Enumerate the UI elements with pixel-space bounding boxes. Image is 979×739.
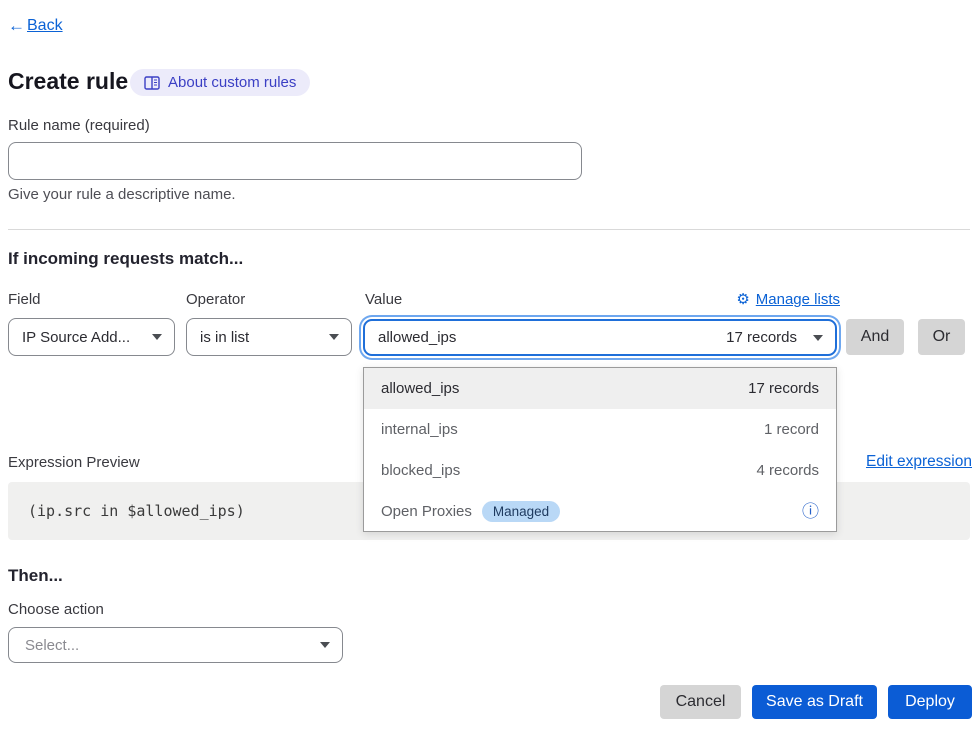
value-select-value: allowed_ips [365, 329, 726, 346]
chevron-down-icon [320, 642, 330, 648]
manage-lists-label: Manage lists [756, 291, 840, 308]
list-option-open-proxies[interactable]: Open Proxies Managed ⓘ [364, 491, 836, 532]
rule-name-label: Rule name (required) [8, 117, 150, 134]
action-select-placeholder: Select... [9, 637, 320, 654]
chevron-down-icon [813, 335, 823, 341]
cancel-button[interactable]: Cancel [660, 685, 741, 719]
list-option-blocked-ips[interactable]: blocked_ips 4 records [364, 450, 836, 491]
list-dropdown-menu: allowed_ips 17 records internal_ips 1 re… [363, 367, 837, 532]
list-option-name: blocked_ips [381, 462, 460, 479]
back-arrow-icon: ← [8, 16, 25, 36]
manage-lists-link[interactable]: ⚙ Manage lists [736, 290, 840, 308]
page-title: Create rule [8, 68, 128, 95]
field-select-value: IP Source Add... [9, 329, 152, 346]
rule-name-help-text: Give your rule a descriptive name. [8, 186, 236, 203]
operator-select[interactable]: is in list [186, 318, 352, 356]
book-icon [144, 76, 160, 90]
value-select-records-count: 17 records [726, 329, 797, 346]
deploy-button[interactable]: Deploy [888, 685, 972, 719]
match-section-title: If incoming requests match... [8, 249, 243, 269]
choose-action-label: Choose action [8, 601, 104, 618]
value-column-label: Value [365, 291, 402, 308]
save-as-draft-button[interactable]: Save as Draft [752, 685, 877, 719]
list-option-name: internal_ips [381, 421, 458, 438]
or-button[interactable]: Or [918, 319, 965, 355]
list-option-records: 1 record [764, 421, 819, 438]
operator-column-label: Operator [186, 291, 245, 308]
expression-code: (ip.src in $allowed_ips) [28, 502, 245, 520]
about-badge-label: About custom rules [168, 74, 296, 91]
create-rule-page: ← Back Create rule About custom rules Ru… [0, 0, 979, 739]
list-option-internal-ips[interactable]: internal_ips 1 record [364, 409, 836, 450]
chevron-down-icon [152, 334, 162, 340]
chevron-down-icon [329, 334, 339, 340]
info-icon[interactable]: ⓘ [802, 503, 819, 520]
section-divider [8, 229, 970, 230]
field-select[interactable]: IP Source Add... [8, 318, 175, 356]
back-link-label: Back [27, 17, 63, 35]
back-link[interactable]: ← Back [8, 16, 63, 36]
edit-expression-link[interactable]: Edit expression [866, 453, 972, 471]
then-section-title: Then... [8, 566, 63, 586]
rule-name-input[interactable] [8, 142, 582, 180]
expression-preview-label: Expression Preview [8, 454, 140, 471]
action-select[interactable]: Select... [8, 627, 343, 663]
gear-icon: ⚙ [736, 290, 749, 308]
list-option-records: 17 records [748, 380, 819, 397]
operator-select-value: is in list [187, 329, 329, 346]
about-custom-rules-link[interactable]: About custom rules [130, 69, 310, 96]
list-option-allowed-ips[interactable]: allowed_ips 17 records [364, 368, 836, 409]
and-button[interactable]: And [846, 319, 904, 355]
list-option-name: allowed_ips [381, 380, 459, 397]
field-column-label: Field [8, 291, 41, 308]
value-select[interactable]: allowed_ips 17 records [363, 319, 837, 356]
managed-badge: Managed [482, 501, 560, 522]
list-option-name: Open Proxies [381, 503, 472, 520]
list-option-records: 4 records [756, 462, 819, 479]
